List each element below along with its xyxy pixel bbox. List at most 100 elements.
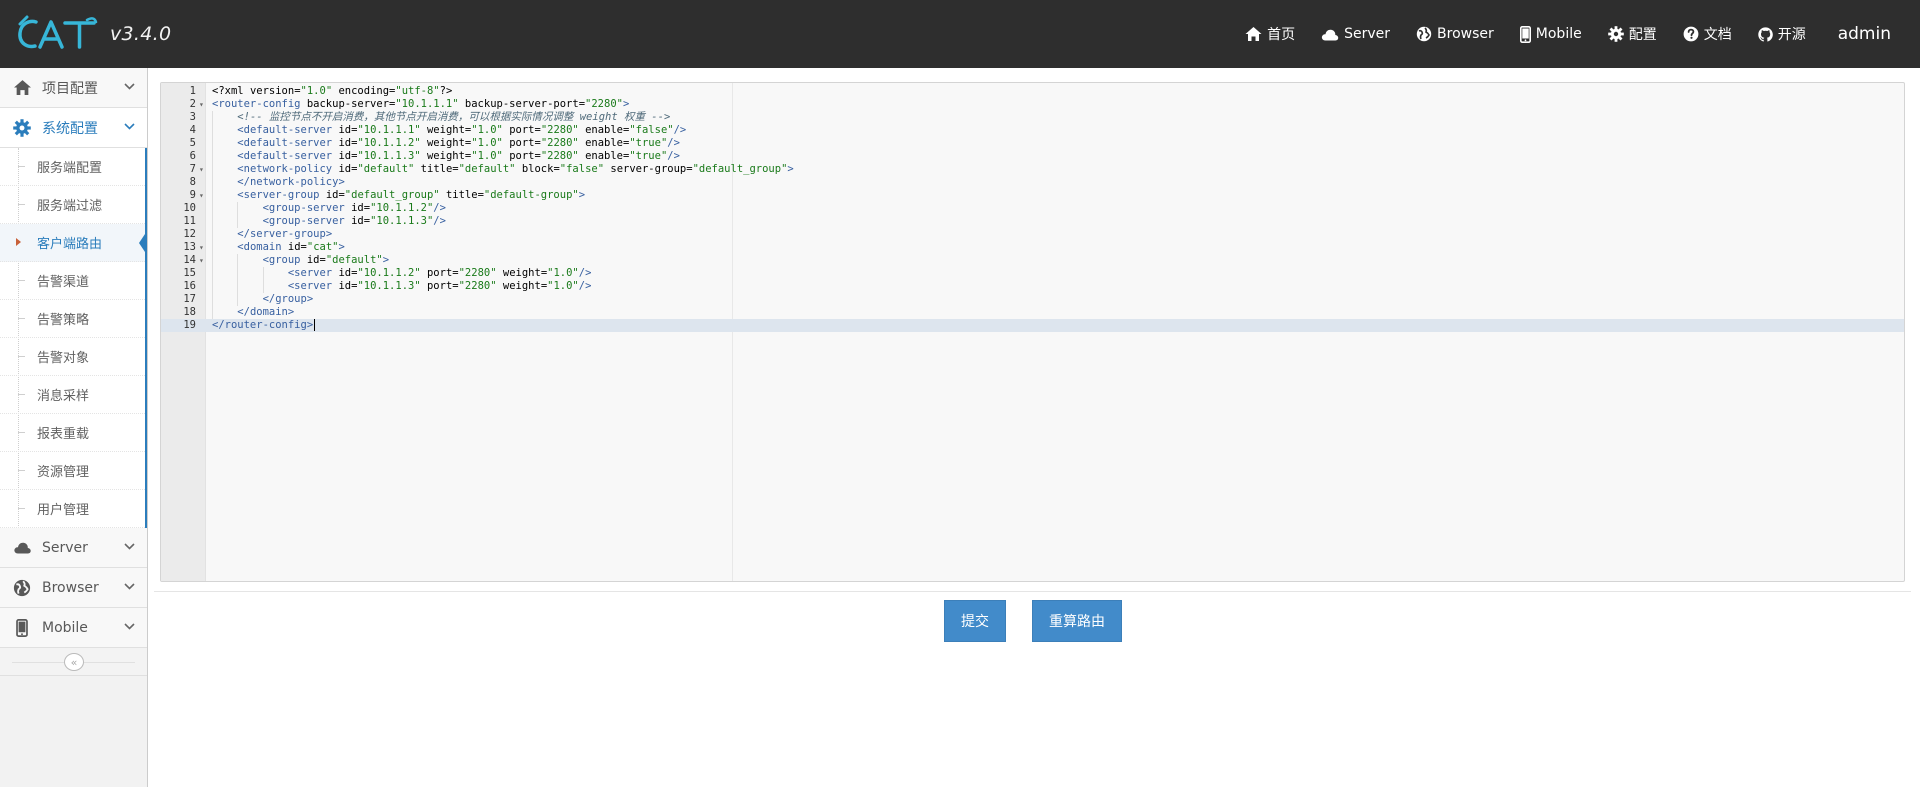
fold-toggle-icon[interactable]: ▾ [199,98,204,111]
editor-line[interactable]: 1 <?xml version="1.0" encoding="utf-8"?> [161,85,1904,98]
cat-logo [16,14,98,54]
line-number: 16 [183,280,196,292]
line-number: 18 [183,306,196,318]
line-number: 5 [189,137,196,149]
editor-line[interactable]: 4 <default-server id="10.1.1.1" weight="… [161,124,1904,137]
sidebar-item-alert-policy[interactable]: 告警策略 [0,300,145,338]
sidebar-item-alert-channel[interactable]: 告警渠道 [0,262,145,300]
code-text: <server id="10.1.1.3" port="2280" weight… [287,280,592,292]
nav-opensource[interactable]: 开源 [1745,0,1819,68]
editor-line[interactable]: 18 </domain> [161,306,1904,319]
sidebar-item-project-config[interactable]: 项目配置 [0,68,147,108]
fold-toggle-icon[interactable]: ▾ [199,189,204,202]
sidebar-item-system-config[interactable]: 系统配置 [0,108,147,148]
editor-line[interactable]: 8 </network-policy> [161,176,1904,189]
line-number: 12 [183,228,196,240]
editor-line[interactable]: 14 ▾ <group id="default"> [161,254,1904,267]
globe-icon [12,578,32,598]
sidebar-item-server[interactable]: Server [0,528,147,568]
nav-server[interactable]: Server [1308,0,1403,68]
line-number: 10 [183,202,196,214]
editor-line[interactable]: 17 </group> [161,293,1904,306]
gear-icon [1607,26,1624,42]
sidebar-item-mobile[interactable]: Mobile [0,608,147,648]
nav-docs-label: 文档 [1703,27,1732,43]
nav-user[interactable]: admin [1819,0,1920,68]
editor-content[interactable]: 1 <?xml version="1.0" encoding="utf-8"?> 2… [161,85,1904,332]
sidebar-item-user-management[interactable]: 用户管理 [0,490,145,528]
editor-line[interactable]: 5 <default-server id="10.1.1.2" weight="… [161,137,1904,150]
mobile-icon [1519,25,1531,43]
nav-browser[interactable]: Browser [1403,0,1507,68]
code-text: <!-- 监控节点不开启消费，其他节点开启消费，可以根据实际情况调整 weigh… [237,111,671,123]
sidebar-item-server-config[interactable]: 服务端配置 [0,148,145,186]
top-nav: 首页 Server Browser Mobile 配置 文档 开源 admin [1232,0,1920,68]
nav-docs[interactable]: 文档 [1670,0,1745,68]
nav-browser-label: Browser [1437,26,1494,42]
line-number: 1 [189,85,196,97]
fold-toggle-icon[interactable]: ▾ [199,241,204,254]
code-text: <default-server id="10.1.1.2" weight="1.… [237,137,680,149]
line-number: 3 [189,111,196,123]
code-text: <?xml version="1.0" encoding="utf-8"?> [212,85,453,97]
line-number: 4 [189,124,196,136]
line-number: 11 [183,215,196,227]
nav-mobile[interactable]: Mobile [1507,0,1595,68]
editor-line[interactable]: 19 </router-config> [161,319,1904,332]
question-icon [1683,26,1699,42]
line-number: 17 [183,293,196,305]
fold-toggle-icon[interactable]: ▾ [199,163,204,176]
line-number: 6 [189,150,196,162]
form-divider [154,591,1911,592]
line-number: 13 [183,241,196,253]
code-text: </group> [262,293,314,305]
nav-config-label: 配置 [1628,27,1657,43]
code-text: <server id="10.1.1.2" port="2280" weight… [287,267,592,279]
sidebar-item-resource-management[interactable]: 资源管理 [0,452,145,490]
nav-home[interactable]: 首页 [1232,0,1308,68]
nav-config[interactable]: 配置 [1595,0,1670,68]
chevron-down-icon [124,583,135,590]
editor-line[interactable]: 11 <group-server id="10.1.1.3"/> [161,215,1904,228]
sidebar-item-message-sampling[interactable]: 消息采样 [0,376,145,414]
sidebar-item-server-filter[interactable]: 服务端过滤 [0,186,145,224]
sidebar-collapse-row: « [0,648,147,676]
system-config-submenu: 服务端配置 服务端过滤 客户端路由 告警渠道 告警策略 告警对象 消息采样 报表… [0,148,147,528]
editor-line[interactable]: 13 ▾ <domain id="cat"> [161,241,1904,254]
editor-line[interactable]: 15 <server id="10.1.1.2" port="2280" wei… [161,267,1904,280]
xml-code-editor[interactable]: 1 <?xml version="1.0" encoding="utf-8"?> 2… [160,82,1905,582]
editor-line[interactable]: 2 ▾ <router-config backup-server="10.1.1.1… [161,98,1904,111]
nav-home-label: 首页 [1267,27,1296,43]
editor-line[interactable]: 10 <group-server id="10.1.1.2"/> [161,202,1904,215]
sidebar-item-alert-target[interactable]: 告警对象 [0,338,145,376]
double-chevron-left-icon: « [70,655,78,669]
editor-line[interactable]: 12 </server-group> [161,228,1904,241]
editor-line[interactable]: 16 <server id="10.1.1.3" port="2280" wei… [161,280,1904,293]
line-number: 19 [183,319,196,331]
nav-opensource-label: 开源 [1777,27,1806,43]
code-text: <group id="default"> [262,254,390,266]
editor-line[interactable]: 3 <!-- 监控节点不开启消费，其他节点开启消费，可以根据实际情况调整 wei… [161,111,1904,124]
editor-line[interactable]: 9 ▾ <server-group id="default_group" titl… [161,189,1904,202]
code-text: <network-policy id="default" title="defa… [237,163,794,175]
chevron-down-icon [124,123,135,130]
recalculate-route-button[interactable]: 重算路由 [1032,600,1122,642]
code-text: </router-config> [212,319,316,331]
brand[interactable]: v3.4.0 [16,8,171,60]
editor-line[interactable]: 7 ▾ <network-policy id="default" title="d… [161,163,1904,176]
sidebar-item-report-reload[interactable]: 报表重载 [0,414,145,452]
sidebar-item-browser[interactable]: Browser [0,568,147,608]
sidebar-item-client-router[interactable]: 客户端路由 [0,224,147,262]
code-text: </domain> [237,306,295,318]
line-number: 7 [189,163,196,175]
line-number: 15 [183,267,196,279]
fold-toggle-icon[interactable]: ▾ [199,254,204,267]
code-text: <default-server id="10.1.1.3" weight="1.… [237,150,680,162]
nav-mobile-label: Mobile [1535,26,1582,42]
submit-button[interactable]: 提交 [944,600,1006,642]
editor-line[interactable]: 6 <default-server id="10.1.1.3" weight="… [161,150,1904,163]
code-text: </server-group> [237,228,333,240]
sidebar-collapse-button[interactable]: « [64,653,84,671]
code-text: <group-server id="10.1.1.2"/> [262,202,446,214]
github-icon [1758,26,1773,41]
